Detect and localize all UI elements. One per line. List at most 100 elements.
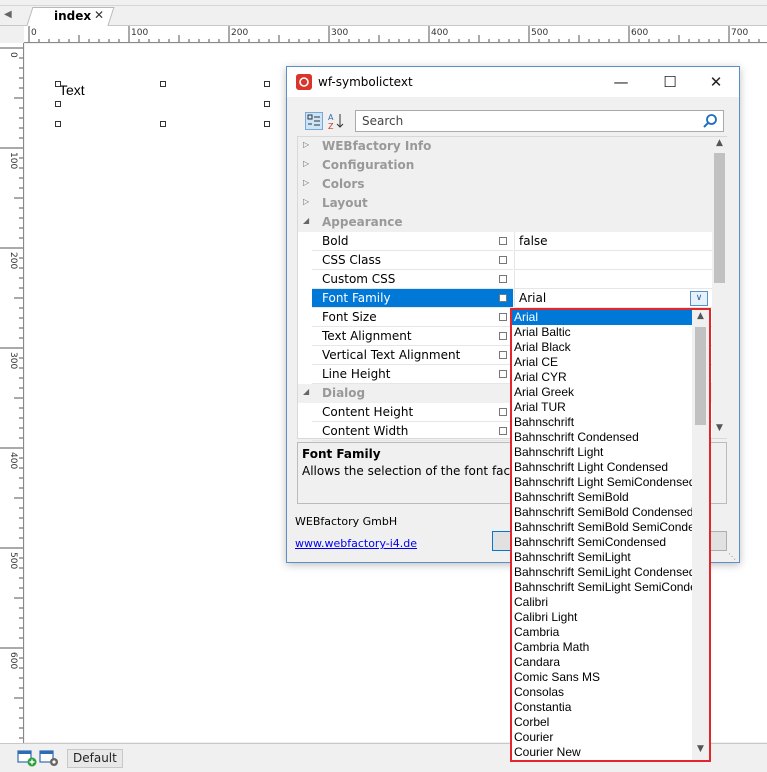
font-option[interactable]: Bahnschrift Condensed [512, 430, 692, 445]
add-layer-icon[interactable] [16, 748, 38, 768]
expanded-arrow-icon[interactable]: ◢ [303, 387, 309, 396]
scrollbar-thumb[interactable] [695, 327, 706, 425]
website-link[interactable]: www.webfactory-i4.de [295, 537, 417, 550]
search-icon[interactable] [702, 113, 718, 129]
binding-indicator-icon[interactable] [499, 332, 507, 340]
font-option[interactable]: Bahnschrift Light SemiCondensed [512, 475, 692, 490]
categorized-view-icon[interactable] [305, 112, 323, 130]
maximize-icon[interactable]: ☐ [657, 71, 683, 93]
selection-handle[interactable] [55, 81, 61, 87]
font-option[interactable]: Bahnschrift SemiLight SemiConde [512, 580, 692, 595]
property-row[interactable]: Bold false [298, 232, 712, 251]
property-name[interactable]: Text Alignment [312, 327, 513, 346]
property-name[interactable]: Custom CSS [312, 270, 513, 289]
binding-indicator-icon[interactable] [499, 313, 507, 321]
property-category[interactable]: ▷ WEBfactory Info [298, 137, 712, 156]
collapsed-arrow-icon[interactable]: ▷ [303, 178, 309, 187]
property-search[interactable] [355, 110, 724, 132]
font-option[interactable]: Bahnschrift SemiBold SemiConde [512, 520, 692, 535]
selection-handle[interactable] [160, 81, 166, 87]
scroll-up-icon[interactable]: ▲ [714, 138, 725, 148]
ok-button[interactable] [492, 531, 512, 551]
property-category[interactable]: ▷ Layout [298, 194, 712, 213]
property-value[interactable]: false [514, 232, 712, 251]
font-option[interactable]: Bahnschrift SemiLight Condensed [512, 565, 692, 580]
property-category[interactable]: ▷ Colors [298, 175, 712, 194]
selection-handle[interactable] [55, 101, 61, 107]
scroll-up-icon[interactable]: ▲ [695, 311, 706, 321]
selection-handle[interactable] [264, 101, 270, 107]
resize-grip-icon[interactable]: ⋱ [728, 552, 736, 561]
property-value[interactable] [514, 270, 712, 289]
layer-default-button[interactable]: Default [67, 749, 123, 768]
property-row[interactable]: Font Family Arial ∨ [298, 289, 712, 308]
layer-settings-icon[interactable] [38, 748, 60, 768]
font-option[interactable]: Candara [512, 655, 692, 670]
binding-indicator-icon[interactable] [499, 370, 507, 378]
font-option[interactable]: Calibri [512, 595, 692, 610]
minimize-icon[interactable]: — [608, 71, 634, 93]
property-name[interactable]: CSS Class [312, 251, 513, 270]
property-name[interactable]: Bold [312, 232, 513, 251]
collapsed-arrow-icon[interactable]: ▷ [303, 197, 309, 206]
search-input[interactable] [356, 111, 696, 131]
dropdown-scrollbar[interactable]: ▲ ▼ [692, 310, 709, 760]
tab-index-label[interactable]: index [54, 9, 91, 23]
dialog-title-bar[interactable]: wf-symbolictext — ☐ ✕ [287, 67, 739, 97]
font-option[interactable]: Arial [512, 310, 692, 325]
font-option[interactable]: Calibri Light [512, 610, 692, 625]
font-option[interactable]: Bahnschrift SemiBold [512, 490, 692, 505]
font-family-dropdown-list[interactable]: Arial Arial Baltic Arial Black Arial CE Aria… [510, 308, 711, 762]
binding-indicator-icon[interactable] [499, 408, 507, 416]
font-option[interactable]: Courier New [512, 745, 692, 760]
font-option[interactable]: Bahnschrift Light [512, 445, 692, 460]
font-option[interactable]: Arial CYR [512, 370, 692, 385]
property-name[interactable]: Font Family [312, 289, 513, 308]
font-option[interactable]: Courier [512, 730, 692, 745]
font-option[interactable]: Corbel [512, 715, 692, 730]
font-option[interactable]: Bahnschrift SemiBold Condensed [512, 505, 692, 520]
property-category[interactable]: ▷ Configuration [298, 156, 712, 175]
property-category[interactable]: ◢ Appearance [298, 213, 712, 232]
binding-indicator-icon[interactable] [499, 294, 507, 302]
font-option[interactable]: Comic Sans MS [512, 670, 692, 685]
collapsed-arrow-icon[interactable]: ▷ [303, 140, 309, 149]
property-value[interactable] [514, 251, 712, 270]
grid-scrollbar[interactable]: ▲ ▼ [712, 137, 727, 438]
binding-indicator-icon[interactable] [499, 275, 507, 283]
tab-close-icon[interactable]: ✕ [94, 8, 104, 22]
expanded-arrow-icon[interactable]: ◢ [303, 216, 309, 225]
selection-handle[interactable] [264, 121, 270, 127]
font-option[interactable]: Arial Baltic [512, 325, 692, 340]
font-option[interactable]: Bahnschrift SemiCondensed [512, 535, 692, 550]
property-name[interactable]: Font Size [312, 308, 513, 327]
selection-handle[interactable] [55, 121, 61, 127]
close-icon[interactable]: ✕ [703, 71, 729, 93]
font-option[interactable]: Consolas [512, 685, 692, 700]
font-option[interactable]: Arial CE [512, 355, 692, 370]
property-row[interactable]: CSS Class [298, 251, 712, 270]
dropdown-chevron-icon[interactable]: ∨ [690, 291, 708, 306]
font-option[interactable]: Constantia [512, 700, 692, 715]
property-value[interactable]: Arial [514, 289, 712, 308]
tab-scroll-left-icon[interactable]: ◀ [4, 9, 16, 21]
font-option[interactable]: Bahnschrift SemiLight [512, 550, 692, 565]
font-option[interactable]: Cambria Math [512, 640, 692, 655]
binding-indicator-icon[interactable] [499, 237, 507, 245]
binding-indicator-icon[interactable] [499, 256, 507, 264]
font-option[interactable]: Bahnschrift Light Condensed [512, 460, 692, 475]
canvas-text-element[interactable]: Text [59, 82, 85, 98]
selection-handle[interactable] [264, 81, 270, 87]
collapsed-arrow-icon[interactable]: ▷ [303, 159, 309, 168]
font-option[interactable]: Bahnschrift [512, 415, 692, 430]
font-option[interactable]: Cambria [512, 625, 692, 640]
scroll-down-icon[interactable]: ▼ [714, 423, 725, 433]
property-name[interactable]: Line Height [312, 365, 513, 384]
binding-indicator-icon[interactable] [499, 351, 507, 359]
property-name[interactable]: Content Width [312, 422, 513, 441]
scrollbar-thumb[interactable] [714, 153, 725, 283]
font-option[interactable]: Arial Greek [512, 385, 692, 400]
font-option[interactable]: Arial TUR [512, 400, 692, 415]
binding-indicator-icon[interactable] [499, 427, 507, 435]
sort-alphabetical-icon[interactable]: A Z [327, 112, 345, 130]
